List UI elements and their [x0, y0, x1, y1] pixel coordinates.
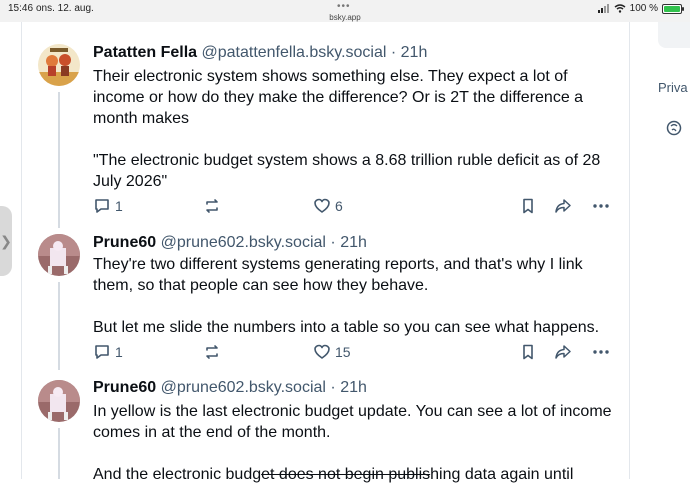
post-paragraph: In yellow is the last electronic budget … [93, 403, 612, 441]
reply-count: 1 [115, 198, 123, 214]
post-time[interactable]: 21h [340, 234, 367, 251]
feed: Patatten Fella @patattenfella.bsky.socia… [21, 22, 630, 483]
reply-count: 1 [115, 344, 123, 360]
author-name[interactable]: Patatten Fella [93, 44, 197, 61]
signal-icon [597, 4, 609, 13]
more-options-button[interactable] [592, 343, 610, 361]
chevron-right-icon: ❯ [0, 232, 12, 249]
like-button[interactable]: 6 [313, 197, 343, 215]
battery-percent: 100 % [629, 3, 658, 14]
more-options-button[interactable] [592, 197, 610, 215]
multitask-dots-icon[interactable]: ••• [337, 1, 351, 12]
author-handle[interactable]: @prune602.bsky.social [161, 379, 326, 396]
reply-icon [95, 345, 109, 359]
repost-icon [206, 199, 218, 213]
heart-icon [314, 344, 330, 359]
status-indicators: 100 % [597, 3, 684, 14]
repost-button[interactable] [203, 197, 221, 215]
author-handle[interactable]: @patattenfella.bsky.social [201, 44, 386, 61]
post-paragraph: But let me slide the numbers into a tabl… [93, 319, 600, 336]
avatar[interactable] [38, 44, 80, 86]
bookmark-button[interactable] [519, 197, 537, 215]
post-paragraph-partial: And the electronic budget does not begin… [93, 466, 574, 483]
language-icon[interactable] [666, 120, 682, 136]
more-options-icon [593, 204, 609, 208]
battery-icon [662, 3, 684, 14]
like-count: 15 [335, 344, 351, 360]
right-panel: Priva [644, 22, 690, 479]
reply-icon [95, 199, 109, 213]
repost-button[interactable] [203, 343, 221, 361]
post-time[interactable]: 21h [401, 44, 428, 61]
avatar[interactable] [38, 234, 80, 276]
post-paragraph: Their electronic system shows something … [93, 68, 584, 127]
address-bar-url[interactable]: bsky.app [0, 13, 690, 22]
post-text: They're two different systems generating… [93, 254, 623, 338]
share-button[interactable] [554, 197, 572, 215]
struck-text: et does not begin publis [261, 466, 431, 483]
reply-button[interactable]: 1 [93, 343, 123, 361]
right-panel-card [658, 22, 690, 48]
post-paragraph: They're two different systems generating… [93, 256, 583, 294]
separator: · [390, 44, 397, 61]
wifi-icon [614, 4, 626, 13]
more-options-icon [593, 350, 609, 354]
sidebar-toggle-handle[interactable]: ❯ [0, 206, 12, 276]
post-header: Prune60 @prune602.bsky.social · 21h [93, 379, 367, 397]
privacy-link[interactable]: Priva [658, 80, 688, 95]
bookmark-icon [523, 198, 533, 214]
post-text: In yellow is the last electronic budget … [93, 401, 623, 485]
post-header: Patatten Fella @patattenfella.bsky.socia… [93, 44, 427, 62]
share-icon [555, 345, 571, 359]
separator: · [330, 234, 336, 251]
author-handle[interactable]: @prune602.bsky.social [161, 234, 326, 251]
thread-line [58, 428, 60, 479]
like-count: 6 [335, 198, 343, 214]
separator: · [330, 379, 336, 396]
share-icon [555, 199, 571, 213]
avatar[interactable] [38, 380, 80, 422]
thread-line [58, 282, 60, 370]
post-header: Prune60 @prune602.bsky.social · 21h [93, 234, 367, 252]
reply-button[interactable]: 1 [93, 197, 123, 215]
post-actions: 1 6 [93, 197, 623, 219]
bookmark-icon [523, 344, 533, 360]
post-paragraph: "The electronic budget system shows a 8.… [93, 152, 601, 190]
author-name[interactable]: Prune60 [93, 234, 156, 251]
post-time[interactable]: 21h [340, 379, 367, 396]
repost-icon [206, 345, 218, 359]
status-bar: 15:46 ons. 12. aug. ••• bsky.app 100 % [0, 0, 690, 22]
post-text: Their electronic system shows something … [93, 66, 623, 192]
bookmark-button[interactable] [519, 343, 537, 361]
post-actions: 1 15 [93, 343, 623, 365]
like-button[interactable]: 15 [313, 343, 351, 361]
author-name[interactable]: Prune60 [93, 379, 156, 396]
heart-icon [314, 198, 330, 213]
thread-line [58, 92, 60, 228]
share-button[interactable] [554, 343, 572, 361]
